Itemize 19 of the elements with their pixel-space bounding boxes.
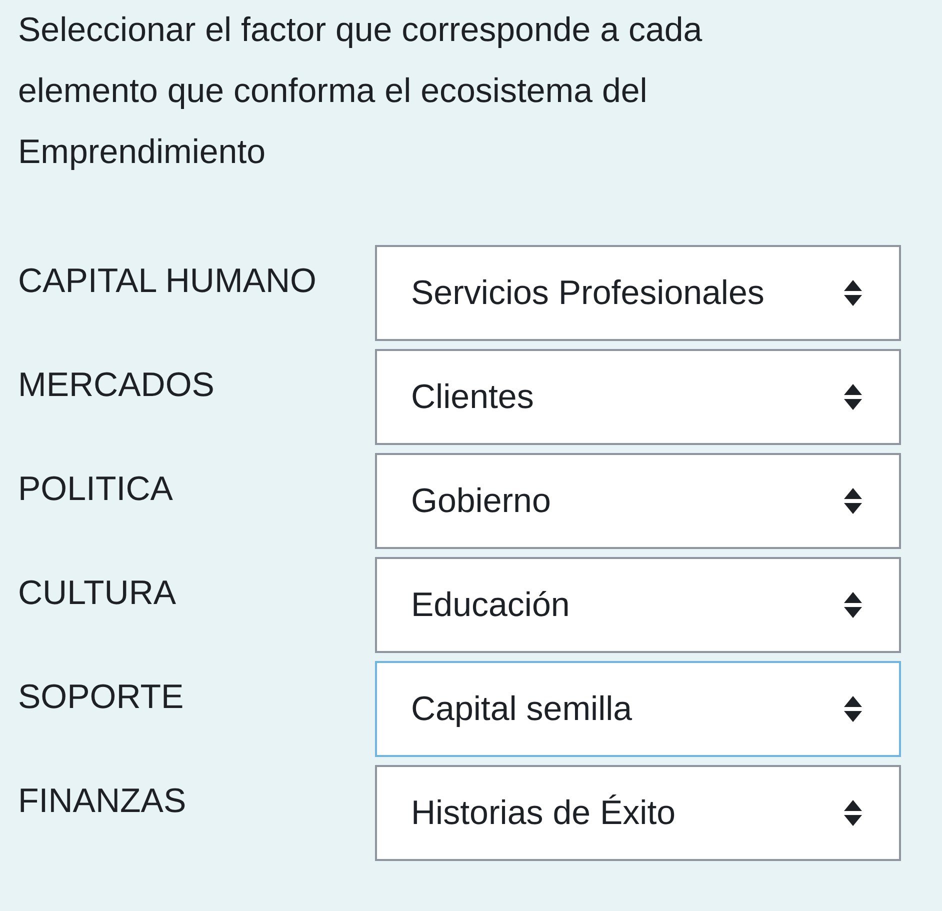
row-label: SOPORTE bbox=[18, 677, 185, 718]
select-field[interactable]: Gobierno bbox=[375, 453, 901, 549]
row-label: CAPITAL HUMANO bbox=[18, 261, 318, 302]
select-field[interactable]: Capital semilla bbox=[375, 661, 901, 757]
sort-icon bbox=[843, 590, 863, 620]
question-text: Seleccionar el factor que corresponde a cada elemento que conforma el ecosistema del Emprendimiento bbox=[17, 10, 704, 173]
row-label: CULTURA bbox=[18, 573, 178, 614]
select-field[interactable]: Educación bbox=[375, 557, 901, 653]
row-label: FINANZAS bbox=[18, 781, 188, 822]
row-label: POLITICA bbox=[18, 469, 174, 510]
row-label: MERCADOS bbox=[18, 365, 216, 406]
sort-icon bbox=[843, 486, 863, 516]
sort-icon bbox=[843, 798, 863, 828]
select-field[interactable]: Clientes bbox=[375, 349, 901, 445]
sort-icon bbox=[843, 382, 863, 412]
select-field[interactable]: Servicios Profesionales bbox=[375, 245, 901, 341]
select-field[interactable]: Historias de Éxito bbox=[375, 765, 901, 861]
sort-icon bbox=[843, 694, 863, 724]
sort-icon bbox=[843, 278, 863, 308]
